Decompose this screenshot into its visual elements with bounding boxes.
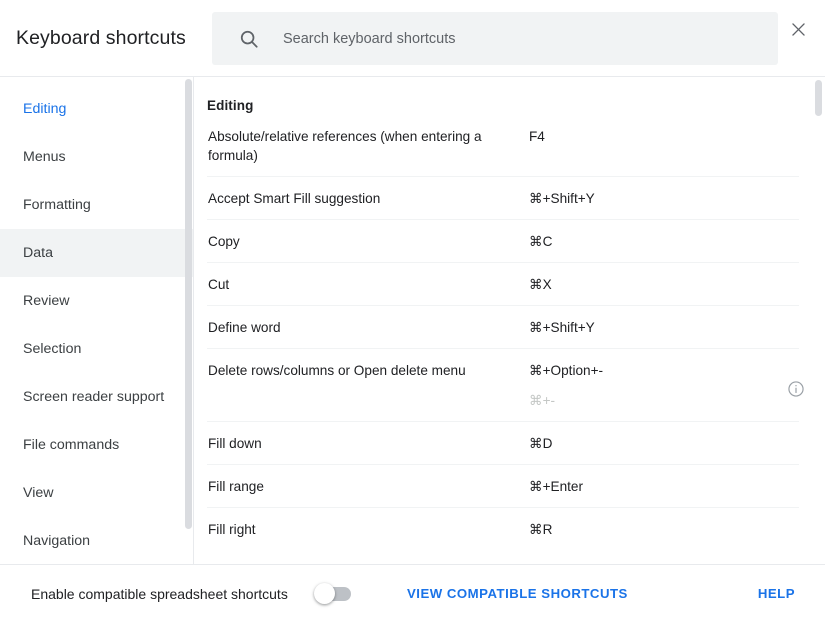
shortcut-key-primary: ⌘+Enter	[529, 477, 799, 496]
shortcut-description: Accept Smart Fill suggestion	[207, 189, 529, 208]
shortcut-row: Fill right⌘R	[207, 507, 799, 550]
close-button[interactable]	[781, 12, 815, 46]
shortcuts-list-container: Editing Absolute/relative references (wh…	[194, 77, 825, 550]
search-icon	[238, 28, 260, 50]
shortcut-keys: ⌘+Shift+Y	[529, 189, 799, 208]
sidebar-item-file-commands[interactable]: File commands	[0, 421, 194, 469]
shortcut-key-primary: F4	[529, 127, 799, 146]
shortcut-description: Define word	[207, 318, 529, 337]
sidebar-item-label: Review	[23, 293, 70, 309]
search-input[interactable]	[283, 27, 778, 51]
page-title: Keyboard shortcuts	[0, 27, 186, 50]
sidebar-item-view[interactable]: View	[0, 469, 194, 517]
sidebar-item-label: Formatting	[23, 197, 91, 213]
shortcut-keys: ⌘R	[529, 520, 799, 539]
shortcut-key-primary: ⌘+Option+-	[529, 361, 799, 380]
sidebar-item-data[interactable]: Data	[0, 229, 194, 277]
shortcut-description: Cut	[207, 275, 529, 294]
sidebar-item-formatting[interactable]: Formatting	[0, 181, 194, 229]
search-box[interactable]	[212, 12, 778, 65]
shortcut-description: Fill right	[207, 520, 529, 539]
shortcut-key-primary: ⌘X	[529, 275, 799, 294]
shortcut-keys: ⌘X	[529, 275, 799, 294]
shortcut-key-primary: ⌘+Shift+Y	[529, 318, 799, 337]
shortcut-keys: ⌘+Shift+Y	[529, 318, 799, 337]
sidebar-item-screen-reader-support[interactable]: Screen reader support	[0, 373, 194, 421]
shortcut-description: Fill down	[207, 434, 529, 453]
shortcut-description: Fill range	[207, 477, 529, 496]
section-title: Editing	[207, 77, 799, 127]
dialog-body: Editing Menus Formatting Data Review Selectio…	[0, 77, 825, 564]
sidebar-list: Editing Menus Formatting Data Review Selectio…	[0, 85, 194, 564]
shortcut-description: Copy	[207, 232, 529, 251]
shortcut-row: Fill down⌘D	[207, 421, 799, 464]
category-sidebar: Editing Menus Formatting Data Review Selectio…	[0, 77, 194, 564]
sidebar-item-selection[interactable]: Selection	[0, 325, 194, 373]
shortcut-keys: ⌘C	[529, 232, 799, 251]
close-icon	[789, 20, 808, 39]
shortcut-row: Delete rows/columns or Open delete menu⌘…	[207, 348, 799, 421]
sidebar-item-label: File commands	[23, 437, 119, 453]
shortcut-row: Copy⌘C	[207, 219, 799, 262]
shortcut-row: Absolute/relative references (when enter…	[207, 127, 799, 176]
shortcut-key-primary: ⌘C	[529, 232, 799, 251]
info-icon[interactable]	[787, 380, 805, 398]
sidebar-item-navigation[interactable]: Navigation	[0, 517, 194, 564]
sidebar-item-label: Editing	[23, 101, 66, 117]
shortcuts-panel: Editing Absolute/relative references (wh…	[194, 77, 825, 564]
shortcut-description: Absolute/relative references (when enter…	[207, 127, 529, 165]
dialog-header: Keyboard shortcuts	[0, 0, 825, 77]
shortcut-key-alternate: ⌘+-	[529, 391, 799, 410]
keyboard-shortcuts-dialog: Keyboard shortcuts Editing Menus Formattin…	[0, 0, 825, 622]
content-scrollbar[interactable]	[815, 77, 822, 564]
shortcut-row: Fill range⌘+Enter	[207, 464, 799, 507]
sidebar-scrollbar[interactable]	[185, 77, 192, 564]
sidebar-item-label: Data	[23, 245, 53, 261]
sidebar-item-menus[interactable]: Menus	[0, 133, 194, 181]
help-button[interactable]: HELP	[758, 586, 795, 601]
shortcut-key-primary: ⌘R	[529, 520, 799, 539]
shortcut-key-primary: ⌘D	[529, 434, 799, 453]
shortcut-keys: F4	[529, 127, 799, 146]
shortcut-row: Cut⌘X	[207, 262, 799, 305]
shortcut-row: Define word⌘+Shift+Y	[207, 305, 799, 348]
compatible-shortcuts-label: Enable compatible spreadsheet shortcuts	[31, 586, 288, 602]
sidebar-scrollbar-thumb[interactable]	[185, 79, 192, 529]
sidebar-item-review[interactable]: Review	[0, 277, 194, 325]
compatible-shortcuts-toggle[interactable]	[317, 587, 351, 601]
sidebar-item-editing[interactable]: Editing	[0, 85, 194, 133]
shortcut-keys: ⌘D	[529, 434, 799, 453]
content-scrollbar-thumb[interactable]	[815, 80, 822, 116]
shortcut-description: Delete rows/columns or Open delete menu	[207, 361, 529, 380]
shortcuts-list: Absolute/relative references (when enter…	[207, 127, 799, 550]
sidebar-item-label: Navigation	[23, 533, 90, 549]
sidebar-item-label: Selection	[23, 341, 81, 357]
sidebar-item-label: Menus	[23, 149, 66, 165]
shortcut-keys: ⌘+Enter	[529, 477, 799, 496]
sidebar-item-label: Screen reader support	[23, 389, 164, 405]
view-compatible-shortcuts-button[interactable]: VIEW COMPATIBLE SHORTCUTS	[407, 586, 628, 601]
toggle-knob	[314, 583, 335, 604]
shortcut-keys: ⌘+Option+- ⌘+-	[529, 361, 799, 410]
sidebar-item-label: View	[23, 485, 54, 501]
dialog-footer: Enable compatible spreadsheet shortcuts …	[0, 564, 825, 622]
shortcut-key-primary: ⌘+Shift+Y	[529, 189, 799, 208]
shortcut-row: Accept Smart Fill suggestion⌘+Shift+Y	[207, 176, 799, 219]
